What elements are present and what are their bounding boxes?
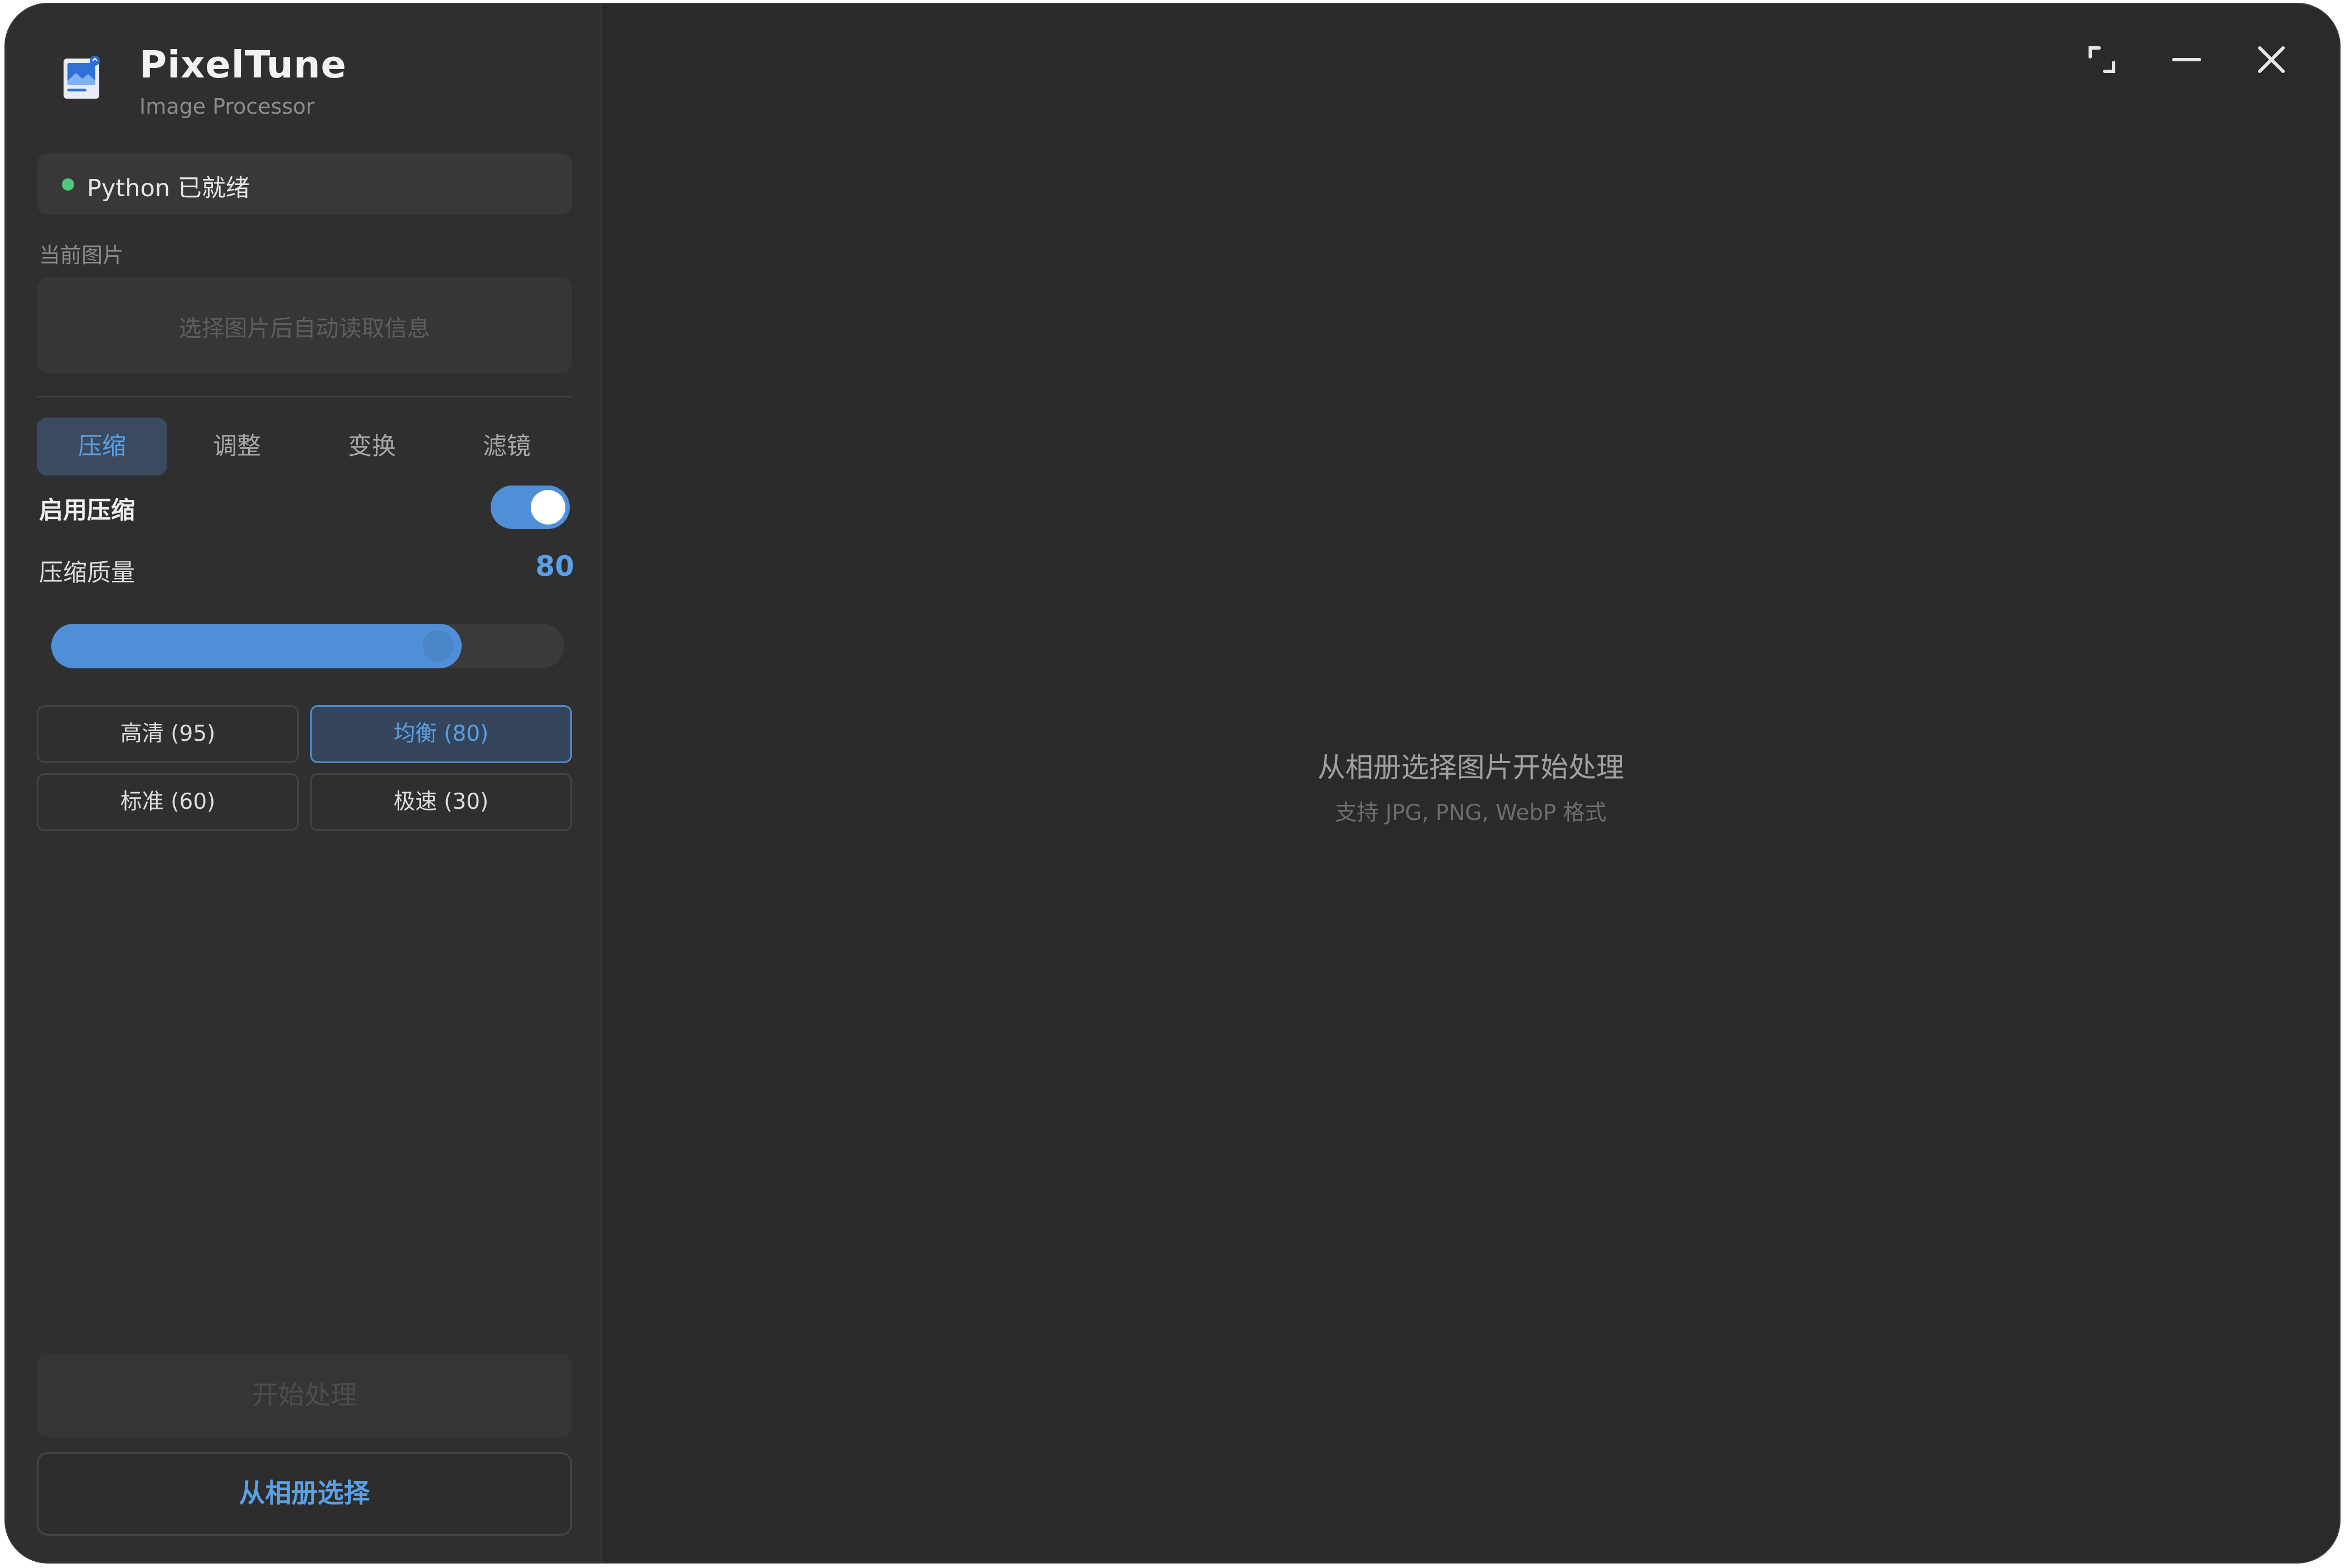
- pick-from-album-button[interactable]: 从相册选择: [37, 1452, 572, 1536]
- start-processing-button[interactable]: 开始处理: [37, 1354, 572, 1438]
- app-title: PixelTune: [139, 43, 347, 86]
- brand: PixelTune Image Processor: [56, 43, 558, 127]
- app-window: PixelTune Image Processor Python 已就绪 当前图…: [4, 3, 2341, 1564]
- quality-slider[interactable]: [51, 624, 564, 668]
- slider-fill: [51, 624, 462, 668]
- status-text: Python 已就绪: [87, 174, 250, 202]
- status-dot: [62, 178, 74, 191]
- toggle-knob: [531, 490, 565, 525]
- quality-value: 80: [535, 550, 574, 582]
- close-icon[interactable]: [2249, 37, 2294, 82]
- preset-fast-button[interactable]: 极速 (30): [310, 773, 572, 831]
- sidebar: PixelTune Image Processor Python 已就绪 当前图…: [6, 4, 602, 1562]
- python-status: Python 已就绪: [37, 153, 572, 215]
- preset-balanced-button[interactable]: 均衡 (80): [310, 705, 572, 763]
- quality-label: 压缩质量: [39, 559, 135, 587]
- tab-filter[interactable]: 滤镜: [442, 418, 572, 475]
- slider-thumb[interactable]: [423, 630, 454, 662]
- preview-area: 从相册选择图片开始处理 支持 JPG, PNG, WebP 格式: [602, 4, 2339, 1562]
- app-subtitle: Image Processor: [139, 94, 315, 119]
- tab-bar: 压缩 调整 变换 滤镜: [37, 418, 572, 475]
- current-image-info: 选择图片后自动读取信息: [37, 277, 572, 373]
- divider: [37, 396, 572, 397]
- preset-standard-button[interactable]: 标准 (60): [37, 773, 299, 831]
- tab-adjust[interactable]: 调整: [172, 418, 302, 475]
- current-image-label: 当前图片: [39, 243, 124, 268]
- empty-state-title: 从相册选择图片开始处理: [1317, 751, 1624, 784]
- minimize-icon[interactable]: [2164, 37, 2209, 82]
- tab-compress[interactable]: 压缩: [37, 418, 167, 475]
- enable-compression-label: 启用压缩: [39, 497, 135, 525]
- preset-hd-button[interactable]: 高清 (95): [37, 705, 299, 763]
- expand-icon[interactable]: [2080, 37, 2124, 82]
- tab-transform[interactable]: 变换: [307, 418, 437, 475]
- app-logo-icon: [64, 56, 100, 99]
- current-image-placeholder: 选择图片后自动读取信息: [178, 315, 430, 342]
- empty-state-subtitle: 支持 JPG, PNG, WebP 格式: [1335, 800, 1607, 826]
- enable-compression-toggle[interactable]: [491, 486, 570, 529]
